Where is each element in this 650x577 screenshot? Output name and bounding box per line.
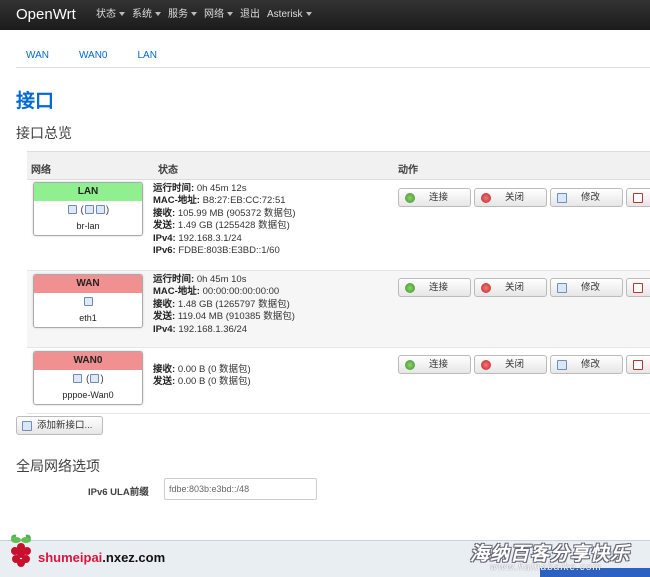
connect-button[interactable]: 连接 — [398, 188, 471, 207]
interface-badge-wan: WAN eth1 — [33, 274, 143, 328]
edit-icon — [557, 283, 567, 293]
menu-asterisk[interactable]: Asterisk — [267, 0, 319, 30]
interface-device: eth1 — [79, 313, 97, 323]
stop-button[interactable]: 关闭 — [474, 188, 547, 207]
pppoe-icon: () — [34, 373, 142, 387]
menu-label: 服务 — [168, 9, 188, 20]
connect-button[interactable]: 连接 — [398, 278, 471, 297]
menu-label: 退出 — [240, 9, 260, 20]
ula-prefix-label: IPv6 ULA前缀 — [88, 487, 149, 498]
bridge-icon: () — [34, 204, 142, 218]
section-title: 接口总览 — [16, 125, 72, 141]
delete-button[interactable] — [626, 355, 650, 374]
page-title: 接口 — [16, 91, 55, 112]
interface-device: pppoe-Wan0 — [62, 390, 114, 400]
site-url: shumeipai.nxez.com — [38, 550, 166, 565]
connect-button[interactable]: 连接 — [398, 355, 471, 374]
menu-status[interactable]: 状态 — [96, 0, 132, 30]
menu-label: 网络 — [204, 9, 224, 20]
add-icon — [22, 421, 32, 431]
edit-button[interactable]: 修改 — [550, 188, 623, 207]
stop-icon — [481, 193, 491, 203]
header-network: 网络 — [31, 165, 51, 176]
edit-button[interactable]: 修改 — [550, 278, 623, 297]
caret-down-icon — [119, 12, 125, 16]
main-menu: 状态 系统 服务 网络 退出 Asterisk — [96, 0, 319, 30]
delete-button[interactable] — [626, 278, 650, 297]
tab-lan[interactable]: LAN — [128, 46, 157, 67]
interface-device: br-lan — [76, 221, 100, 231]
menu-network[interactable]: 网络 — [204, 0, 240, 30]
delete-icon — [633, 283, 643, 293]
caret-down-icon — [305, 12, 312, 16]
menu-label: Asterisk — [267, 9, 303, 20]
table-header: 网络 状态 动作 — [27, 151, 650, 180]
edit-icon — [557, 193, 567, 203]
interface-status-wan: 运行时间: 0h 45m 10s MAC-地址: 00:00:00:00:00:… — [153, 274, 295, 335]
interface-status-lan: 运行时间: 0h 45m 12s MAC-地址: B8:27:EB:CC:72:… — [153, 183, 296, 257]
interface-subtabs: WAN WAN0 LAN — [16, 46, 650, 68]
header-status: 状态 — [158, 165, 178, 176]
tab-wan[interactable]: WAN — [16, 46, 49, 67]
header-actions: 动作 — [398, 165, 418, 176]
interface-name: WAN0 — [34, 352, 142, 370]
stop-button[interactable]: 关闭 — [474, 278, 547, 297]
refresh-icon — [405, 193, 415, 203]
interfaces-table: 网络 状态 动作 LAN () br-lan 运行时间: 0h 45m 12s … — [27, 151, 650, 414]
delete-icon — [633, 193, 643, 203]
menu-services[interactable]: 服务 — [168, 0, 204, 30]
caret-down-icon — [191, 12, 197, 16]
stop-icon — [481, 360, 491, 370]
stop-button[interactable]: 关闭 — [474, 355, 547, 374]
brand-logo[interactable]: OpenWrt — [16, 6, 76, 23]
interface-name: WAN — [34, 275, 142, 293]
menu-label: 系统 — [132, 9, 152, 20]
table-row-wan: WAN eth1 运行时间: 0h 45m 10s MAC-地址: 00:00:… — [27, 271, 650, 348]
menu-logout[interactable]: 退出 — [240, 0, 267, 30]
interface-badge-lan: LAN () br-lan — [33, 182, 143, 236]
menu-system[interactable]: 系统 — [132, 0, 168, 30]
global-options-title: 全局网络选项 — [16, 458, 100, 474]
refresh-icon — [405, 360, 415, 370]
menu-label: 状态 — [96, 9, 116, 20]
caret-down-icon — [227, 12, 233, 16]
raspberry-pi-logo-icon — [10, 534, 31, 567]
ethernet-icon — [34, 296, 142, 310]
caret-down-icon — [155, 12, 161, 16]
delete-button[interactable] — [626, 188, 650, 207]
interface-badge-wan0: WAN0 () pppoe-Wan0 — [33, 351, 143, 405]
table-row-wan0: WAN0 () pppoe-Wan0 接收: 0.00 B (0 数据包) 发送… — [27, 348, 650, 414]
add-interface-button[interactable]: 添加新接口... — [16, 416, 103, 435]
delete-icon — [633, 360, 643, 370]
stop-icon — [481, 283, 491, 293]
edit-icon — [557, 360, 567, 370]
top-navbar: OpenWrt 状态 系统 服务 网络 退出 Asterisk — [0, 0, 650, 30]
ula-prefix-input[interactable] — [164, 478, 317, 500]
watermark-url: www.hainabaike.com — [490, 562, 602, 573]
edit-button[interactable]: 修改 — [550, 355, 623, 374]
table-row-lan: LAN () br-lan 运行时间: 0h 45m 12s MAC-地址: B… — [27, 180, 650, 271]
tab-wan0[interactable]: WAN0 — [69, 46, 108, 67]
interface-name: LAN — [34, 183, 142, 201]
refresh-icon — [405, 283, 415, 293]
interface-status-wan0: 接收: 0.00 B (0 数据包) 发送: 0.00 B (0 数据包) — [153, 364, 251, 388]
